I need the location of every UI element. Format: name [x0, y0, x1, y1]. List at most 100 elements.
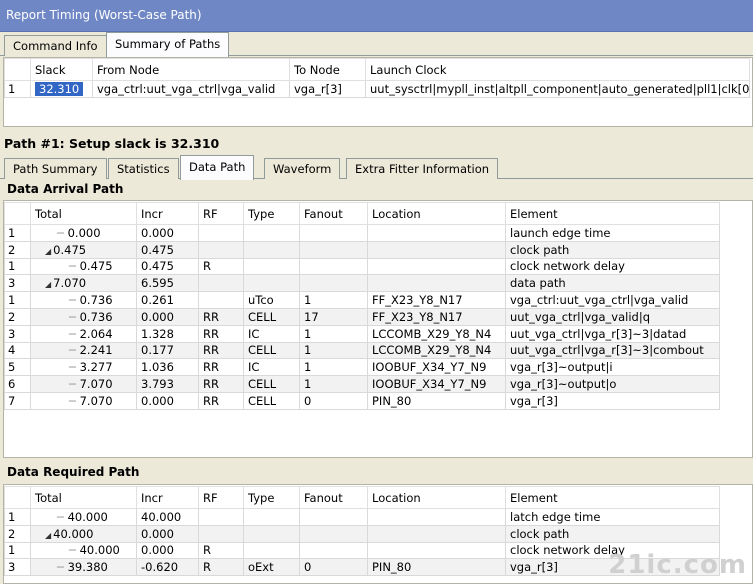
col-header-location[interactable]: Location [367, 486, 506, 509]
collapse-triangle-icon[interactable]: ◢ [45, 531, 51, 540]
tab-label: Summary of Paths [115, 37, 221, 51]
launch-clock-cell[interactable]: uut_sysctrl|mypll_inst|altpll_component|… [365, 80, 750, 98]
incr-cell: 0.261 [136, 291, 199, 309]
row-index: 1 [4, 224, 31, 242]
table-row[interactable]: 6 ─ 7.070 3.793 RR CELL 1 IOOBUF_X34_Y7_N9 vga_… [4, 375, 720, 393]
row-index: 1 [4, 508, 31, 526]
arrival-section-title: Data Arrival Path [3, 180, 753, 199]
col-header-fanout[interactable]: Fanout [299, 486, 368, 509]
element-cell: uut_vga_ctrl|vga_r[3]~3|combout [505, 341, 720, 360]
col-header-fanout[interactable]: Fanout [299, 202, 368, 225]
col-header-launch-clock[interactable]: Launch Clock [365, 58, 750, 81]
tab-command-info[interactable]: Command Info [4, 35, 107, 56]
collapse-triangle-icon[interactable]: ◢ [45, 280, 51, 289]
location-cell [367, 524, 506, 543]
row-index: 1 [4, 291, 31, 309]
tab-extra-fitter-information[interactable]: Extra Fitter Information [346, 158, 499, 179]
table-row[interactable]: 2 ─ 0.736 0.000 RR CELL 17 FF_X23_Y8_N17 uut_vg… [4, 307, 720, 326]
table-row[interactable]: 3 ◢ 7.070 6.595 data path [4, 274, 720, 293]
fanout-cell: 1 [299, 375, 368, 393]
tab-path-summary[interactable]: Path Summary [4, 158, 107, 179]
row-index: 6 [4, 375, 31, 393]
total-value: 40.000 [79, 543, 120, 558]
type-cell: oExt [243, 558, 300, 577]
arrival-header-row: Total Incr RF Type Fanout Location Eleme… [4, 202, 720, 225]
element-cell: uut_vga_ctrl|vga_r[3]~3|datad [505, 324, 720, 343]
col-header-to-node[interactable]: To Node [289, 58, 366, 81]
col-header-element[interactable]: Element [505, 486, 720, 509]
incr-cell: 0.000 [136, 391, 199, 410]
rf-cell [198, 240, 244, 259]
tab-label: Path Summary [13, 162, 98, 176]
collapse-triangle-icon[interactable]: ◢ [45, 247, 51, 256]
table-row[interactable]: 5 ─ 3.277 1.036 RR IC 1 IOOBUF_X34_Y7_N9 vga_r[… [4, 358, 720, 377]
col-header-location[interactable]: Location [367, 202, 506, 225]
table-row[interactable]: 1 ─ 0.000 0.000 launch edge time [4, 224, 720, 242]
col-header-slack[interactable]: Slack [30, 58, 93, 81]
rf-cell: RR [198, 358, 244, 377]
col-header-rf[interactable]: RF [198, 486, 244, 509]
slack-cell[interactable]: 32.310 [30, 80, 93, 98]
type-cell: IC [243, 358, 300, 377]
table-row[interactable]: 3 ─ 2.064 1.328 RR IC 1 LCCOMB_X29_Y8_N4 uut_vg… [4, 324, 720, 343]
rf-cell: R [198, 541, 244, 560]
row-index: 7 [4, 391, 31, 410]
table-row[interactable]: 7 ─ 7.070 0.000 RR CELL 0 PIN_80 vga_r[3] [4, 391, 720, 410]
tab-label: Extra Fitter Information [355, 162, 490, 176]
tree-branch-icon: ─ [69, 326, 80, 341]
row-index: 1 [4, 257, 31, 276]
table-row[interactable]: 4 ─ 2.241 0.177 RR CELL 1 LCCOMB_X29_Y8_N4 uut_… [4, 341, 720, 360]
total-cell: ─ 2.064 [30, 324, 137, 343]
table-row[interactable]: 2 ◢ 40.000 0.000 clock path [4, 524, 720, 543]
row-index: 1 [4, 80, 31, 98]
total-cell: ─ 2.241 [30, 341, 137, 360]
type-cell: CELL [243, 375, 300, 393]
fanout-cell [299, 541, 368, 560]
type-cell [243, 257, 300, 276]
table-row[interactable]: 2 ◢ 0.475 0.475 clock path [4, 240, 720, 259]
type-cell [243, 541, 300, 560]
table-row[interactable]: 1 ─ 0.475 0.475 Rclock network delay [4, 257, 720, 276]
location-cell: LCCOMB_X29_Y8_N4 [367, 324, 506, 343]
col-header-total[interactable]: Total [30, 202, 137, 225]
col-header-incr[interactable]: Incr [136, 486, 199, 509]
rf-cell: RR [198, 391, 244, 410]
col-header [4, 202, 31, 225]
rf-cell: RR [198, 341, 244, 360]
tab-waveform[interactable]: Waveform [264, 158, 341, 179]
location-cell [367, 541, 506, 560]
total-cell: ─ 39.380 [30, 558, 137, 577]
tab-statistics[interactable]: Statistics [108, 158, 179, 179]
element-cell: launch edge time [505, 224, 720, 242]
type-cell: IC [243, 324, 300, 343]
col-header-rf[interactable]: RF [198, 202, 244, 225]
tab-label: Waveform [273, 162, 332, 176]
incr-cell: 0.000 [136, 224, 199, 242]
col-header-from-node[interactable]: From Node [92, 58, 290, 81]
location-cell: PIN_80 [367, 558, 506, 577]
col-header-total[interactable]: Total [30, 486, 137, 509]
tab-data-path[interactable]: Data Path [180, 155, 255, 180]
total-cell: ─ 0.736 [30, 291, 137, 309]
from-node-cell[interactable]: vga_ctrl:uut_vga_ctrl|vga_valid [92, 80, 290, 98]
to-node-cell[interactable]: vga_r[3] [289, 80, 366, 98]
location-cell [367, 224, 506, 242]
col-header-element[interactable]: Element [505, 202, 720, 225]
row-index: 3 [4, 324, 31, 343]
total-value: 0.475 [79, 259, 113, 274]
summary-row[interactable]: 1 32.310 vga_ctrl:uut_vga_ctrl|vga_valid… [4, 80, 750, 98]
col-header-incr[interactable]: Incr [136, 202, 199, 225]
tab-summary-of-paths[interactable]: Summary of Paths [106, 32, 230, 57]
tree-branch-icon: ─ [69, 259, 80, 274]
type-cell [243, 240, 300, 259]
tree-branch-icon: ─ [69, 293, 80, 308]
col-header-type[interactable]: Type [243, 486, 300, 509]
total-value: 0.475 [53, 242, 87, 257]
row-index: 4 [4, 341, 31, 360]
table-row[interactable]: 1 ─ 40.000 40.000 latch edge time [4, 508, 720, 526]
element-cell: vga_r[3]~output|i [505, 358, 720, 377]
tree-branch-icon: ─ [69, 309, 80, 324]
table-row[interactable]: 1 ─ 0.736 0.261 uTco 1 FF_X23_Y8_N17 vga_ctrl:… [4, 291, 720, 309]
col-header-type[interactable]: Type [243, 202, 300, 225]
tree-branch-icon: ─ [69, 343, 80, 358]
